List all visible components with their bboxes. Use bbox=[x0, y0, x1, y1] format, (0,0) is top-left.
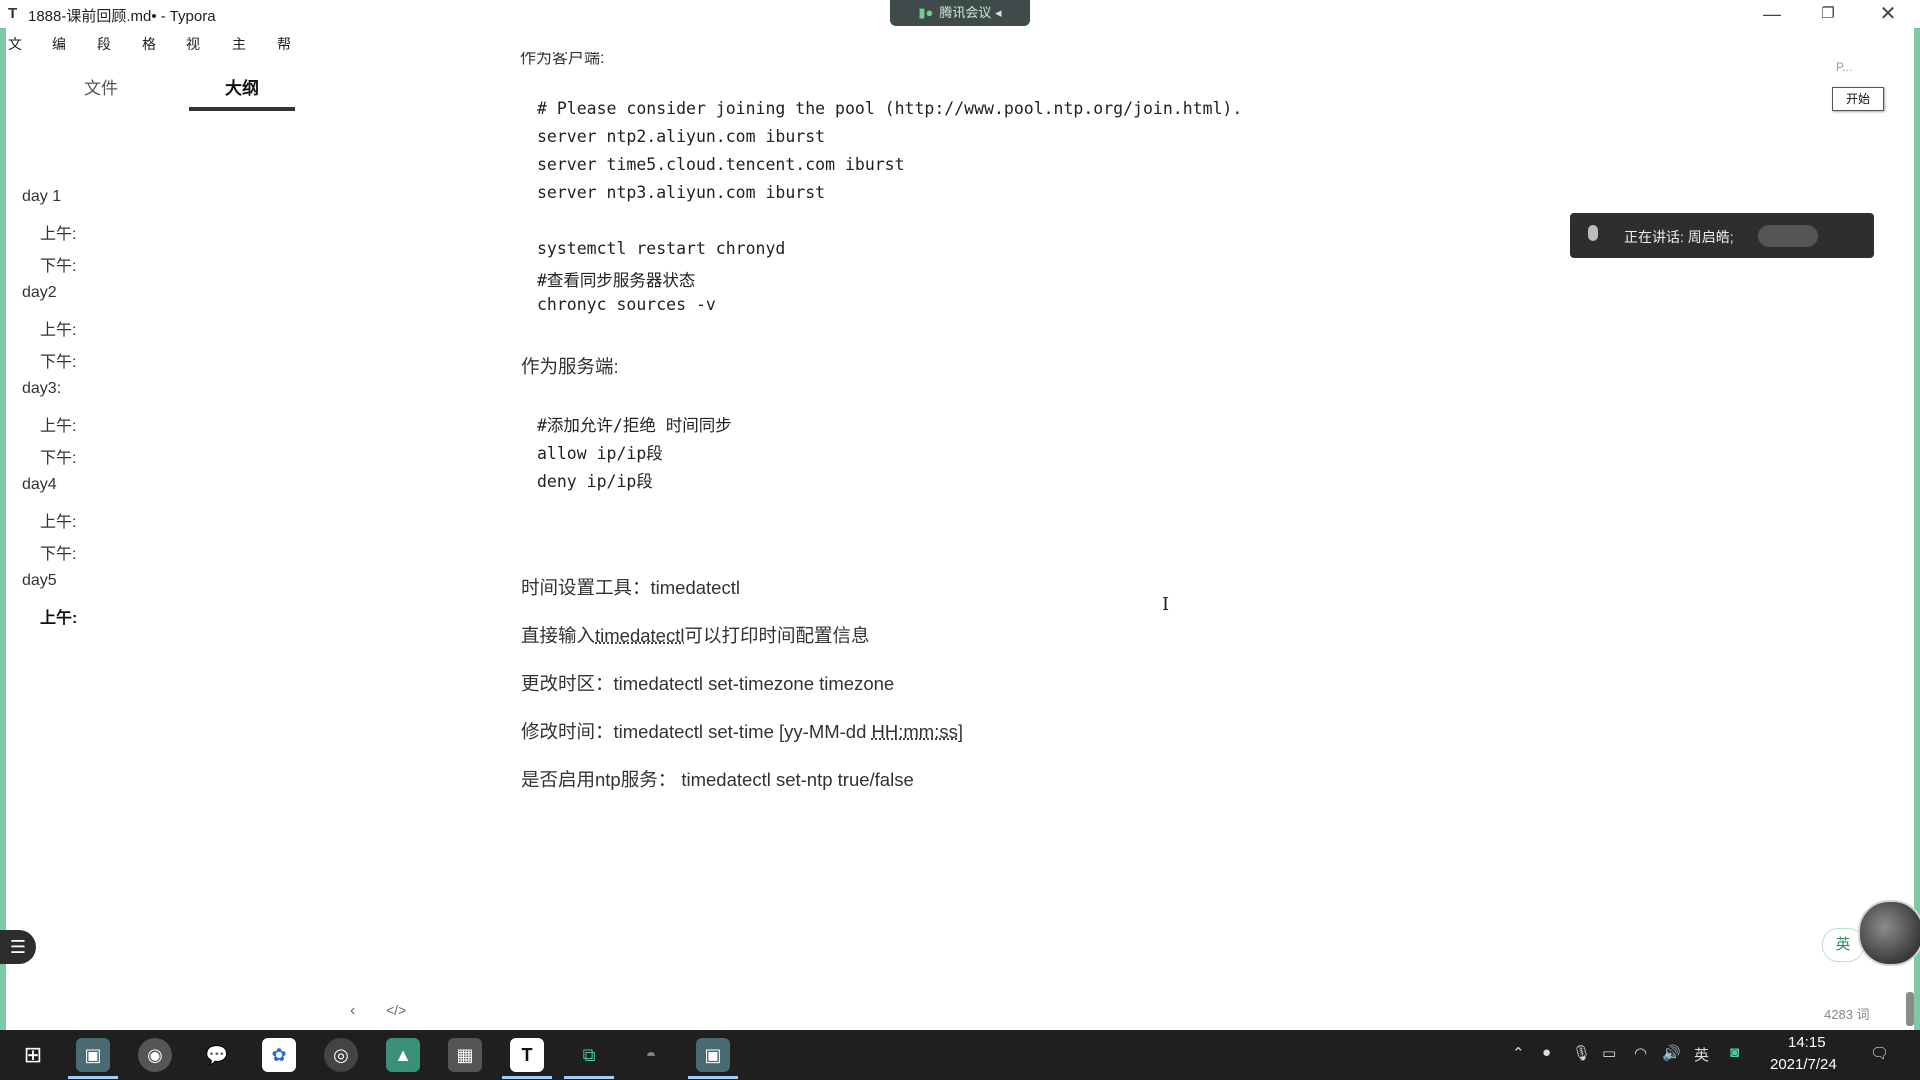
minimize-button[interactable]: — bbox=[1752, 2, 1792, 26]
running-indicator bbox=[68, 1076, 118, 1079]
scrollbar[interactable] bbox=[1906, 992, 1914, 1026]
paragraph[interactable]: 直接输入timedatectl可以打印时间配置信息 bbox=[521, 622, 870, 648]
speaker-avatars bbox=[1758, 225, 1818, 247]
maximize-button[interactable]: ❐ bbox=[1808, 2, 1848, 26]
clock-time[interactable]: 14:15 bbox=[1788, 1034, 1826, 1051]
paragraph[interactable]: 时间设置工具：timedatectl bbox=[521, 574, 740, 600]
camera-avatar[interactable] bbox=[1858, 900, 1920, 966]
meeting-floating-bar[interactable]: ▮● 腾讯会议 ◂ bbox=[890, 0, 1030, 26]
record-icon[interactable]: ● bbox=[1542, 1044, 1551, 1061]
running-indicator bbox=[564, 1076, 614, 1079]
partial-heading: 作为客户端: bbox=[520, 50, 605, 67]
notification-icon[interactable]: 🗨 bbox=[1870, 1044, 1889, 1062]
chevron-left-icon: ◂ bbox=[991, 5, 1002, 20]
typora-taskbar-icon[interactable]: T bbox=[510, 1038, 544, 1072]
outline-item[interactable]: 上午: bbox=[40, 220, 76, 244]
microphone-tray-icon[interactable]: 🎙 bbox=[1572, 1044, 1591, 1062]
code-line[interactable]: # Please consider joining the pool (http… bbox=[537, 99, 1242, 118]
ppt-label: P... bbox=[1836, 60, 1853, 74]
app-icon-grid[interactable]: ▦ bbox=[448, 1038, 482, 1072]
outline-item[interactable]: day3: bbox=[22, 380, 61, 398]
taskbar: ⊞ ▣ ◉ 💬 ✿ ◎ ▲ ▦ T ⧉ ◓ ▣ ⌃ ● 🎙 ▭ ◠ 🔊 英 ◙ … bbox=[0, 1030, 1920, 1080]
meeting-label: 腾讯会议 bbox=[939, 5, 992, 20]
volume-icon[interactable]: 🔊 bbox=[1662, 1044, 1681, 1062]
app-icon-swirl[interactable]: ◓ bbox=[634, 1038, 668, 1072]
outline-item[interactable]: 上午: bbox=[40, 316, 76, 340]
outline-toggle-icon[interactable]: ☰ bbox=[0, 930, 36, 964]
back-icon[interactable]: ‹ bbox=[350, 1002, 355, 1020]
paragraph[interactable]: 更改时区：timedatectl set-timezone timezone bbox=[521, 670, 894, 696]
word-count[interactable]: 4283 词 bbox=[1824, 1004, 1870, 1023]
outline-item[interactable]: 下午: bbox=[40, 540, 76, 564]
running-indicator bbox=[502, 1076, 552, 1079]
app-tray-icon[interactable]: ◙ bbox=[1730, 1044, 1739, 1061]
outline-item[interactable]: day5 bbox=[22, 572, 57, 590]
code-line[interactable]: server time5.cloud.tencent.com iburst bbox=[537, 155, 905, 174]
wechat-icon[interactable]: 💬 bbox=[200, 1038, 234, 1072]
paragraph-text: 直接输入 bbox=[521, 625, 596, 646]
outline-item[interactable]: 下午: bbox=[40, 444, 76, 468]
outline-item[interactable]: 上午: bbox=[40, 508, 76, 532]
code-line[interactable]: server ntp2.aliyun.com iburst bbox=[537, 127, 825, 146]
app-icon-mountain[interactable]: ▲ bbox=[386, 1038, 420, 1072]
outline-item-active[interactable]: 上午: bbox=[40, 604, 77, 628]
windows-start-icon[interactable]: ⊞ bbox=[16, 1038, 50, 1072]
app-icon-photo-2[interactable]: ▣ bbox=[696, 1038, 730, 1072]
share-frame-right bbox=[1914, 0, 1920, 1030]
battery-icon[interactable]: ▭ bbox=[1602, 1044, 1616, 1062]
close-button[interactable]: ✕ bbox=[1868, 2, 1908, 26]
window-title: 1888-课前回顾.md• - Typora bbox=[28, 8, 216, 25]
typora-icon: T bbox=[8, 5, 18, 22]
source-code-icon[interactable]: </> bbox=[386, 1002, 406, 1018]
code-line[interactable]: chronyc sources -v bbox=[537, 295, 716, 314]
text-cursor-icon: I bbox=[1162, 594, 1170, 615]
active-tab-indicator bbox=[189, 107, 295, 111]
code-line[interactable]: allow ip/ip段 bbox=[537, 440, 663, 464]
outline-item[interactable]: 下午: bbox=[40, 252, 76, 276]
tray-ime[interactable]: 英 bbox=[1694, 1044, 1709, 1065]
running-indicator bbox=[688, 1076, 738, 1079]
tab-outline[interactable]: 大纲 bbox=[189, 74, 295, 99]
app-icon-cluster[interactable]: ✿ bbox=[262, 1038, 296, 1072]
outline-item[interactable]: 上午: bbox=[40, 412, 76, 436]
outline-item[interactable]: day2 bbox=[22, 284, 57, 302]
code-line[interactable]: deny ip/ip段 bbox=[537, 468, 653, 492]
chrome-icon[interactable]: ◉ bbox=[138, 1038, 172, 1072]
wifi-icon[interactable]: ◠ bbox=[1634, 1044, 1647, 1062]
start-button[interactable]: 开始 bbox=[1832, 87, 1884, 111]
paragraph[interactable]: 修改时间：timedatectl set-time [yy-MM-dd HH:m… bbox=[521, 718, 963, 744]
chevron-up-icon[interactable]: ⌃ bbox=[1512, 1044, 1525, 1062]
paragraph-text: ] bbox=[957, 721, 963, 742]
outline-item[interactable]: day4 bbox=[22, 476, 57, 494]
music-icon[interactable]: ◎ bbox=[324, 1038, 358, 1072]
server-heading[interactable]: 作为服务端: bbox=[521, 353, 619, 379]
code-line[interactable]: systemctl restart chronyd bbox=[537, 239, 785, 258]
signal-icon: ▮● bbox=[918, 5, 934, 20]
code-comment[interactable]: #查看同步服务器状态 bbox=[537, 267, 695, 291]
paragraph-text: 修改时间：timedatectl set-time [yy-MM-dd bbox=[521, 721, 872, 742]
spellcheck-word: timedatectl bbox=[595, 625, 685, 646]
microphone-icon bbox=[1588, 225, 1598, 241]
clock-date[interactable]: 2021/7/24 bbox=[1770, 1056, 1837, 1073]
paragraph[interactable]: 是否启用ntp服务： timedatectl set-ntp true/fals… bbox=[521, 766, 914, 792]
app-icon-window[interactable]: ⧉ bbox=[572, 1038, 606, 1072]
outline-item[interactable]: 下午: bbox=[40, 348, 76, 372]
spellcheck-word: HH:mm:ss bbox=[871, 721, 958, 742]
speaking-indicator: 正在讲话: 周启皓; bbox=[1570, 213, 1874, 258]
paragraph-text: 可以打印时间配置信息 bbox=[684, 625, 870, 646]
code-line[interactable]: server ntp3.aliyun.com iburst bbox=[537, 183, 825, 202]
speaking-text: 正在讲话: 周启皓; bbox=[1624, 229, 1734, 245]
code-comment[interactable]: #添加允许/拒绝 时间同步 bbox=[537, 412, 732, 436]
tab-files[interactable]: 文件 bbox=[48, 74, 154, 99]
sidebar: 文件 大纲 day 1 上午: 下午: day2 上午: 下午: day3: 上… bbox=[6, 56, 306, 1026]
app-icon-photo[interactable]: ▣ bbox=[76, 1038, 110, 1072]
outline-item[interactable]: day 1 bbox=[22, 188, 61, 206]
